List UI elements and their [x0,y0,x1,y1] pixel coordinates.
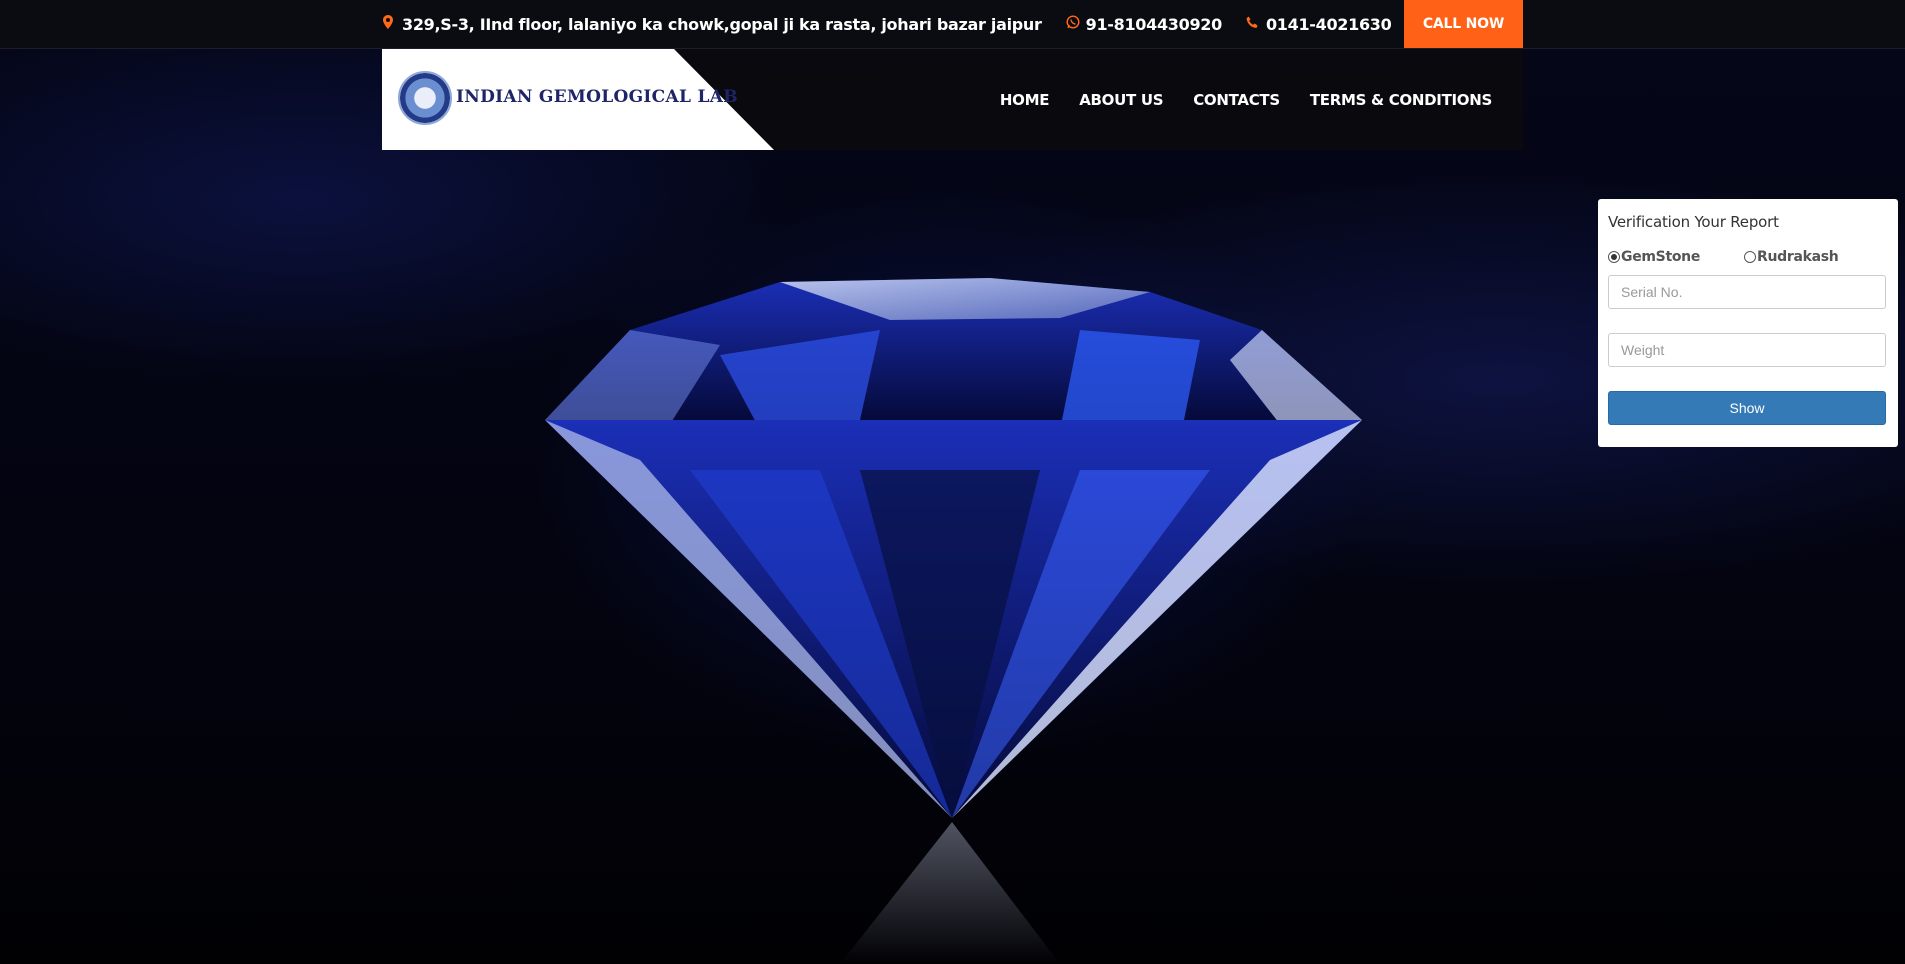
nav-contacts[interactable]: CONTACTS [1193,91,1280,109]
logo-text: INDIAN GEMOLOGICAL LAB [456,87,738,107]
radio-rudrakash-label: Rudrakash [1757,249,1839,265]
map-marker-icon [382,15,394,33]
phone-icon [1246,16,1258,33]
logo[interactable]: INDIAN GEMOLOGICAL LAB [382,49,774,150]
nav-about-us[interactable]: ABOUT US [1079,91,1163,109]
whatsapp-item[interactable]: 91-8104430920 [1066,15,1222,34]
contact-info: 329,S-3, IInd floor, lalaniyo ka chowk,g… [382,0,1392,48]
radio-gemstone-label: GemStone [1621,249,1701,265]
radio-rudrakash[interactable]: Rudrakash [1744,249,1880,265]
report-type-options: GemStone Rudrakash [1608,249,1888,265]
nav-terms-conditions[interactable]: TERMS & CONDITIONS [1310,91,1492,109]
logo-emblem-icon [398,71,452,125]
phone-item[interactable]: 0141-4021630 [1246,15,1392,34]
address-text: 329,S-3, IInd floor, lalaniyo ka chowk,g… [402,14,1042,34]
radio-rudrakash-indicator[interactable] [1744,251,1756,263]
address-item: 329,S-3, IInd floor, lalaniyo ka chowk,g… [382,15,1042,34]
nav-home[interactable]: HOME [1000,91,1050,109]
phone-number[interactable]: 0141-4021630 [1266,15,1392,34]
verification-panel: Verification Your Report GemStone Rudrak… [1598,199,1898,447]
top-bar: 329,S-3, IInd floor, lalaniyo ka chowk,g… [0,0,1905,49]
whatsapp-icon [1066,15,1080,33]
weight-input[interactable] [1608,333,1886,367]
radio-gemstone[interactable]: GemStone [1608,249,1744,265]
header-nav: INDIAN GEMOLOGICAL LAB HOME ABOUT US CON… [382,49,1523,150]
call-now-button[interactable]: CALL NOW [1404,0,1523,48]
main-nav: HOME ABOUT US CONTACTS TERMS & CONDITION… [1000,49,1492,150]
serial-number-input[interactable] [1608,275,1886,309]
radio-gemstone-indicator[interactable] [1608,251,1620,263]
verification-title: Verification Your Report [1608,213,1779,231]
show-button[interactable]: Show [1608,391,1886,425]
whatsapp-number[interactable]: 91-8104430920 [1086,15,1223,34]
